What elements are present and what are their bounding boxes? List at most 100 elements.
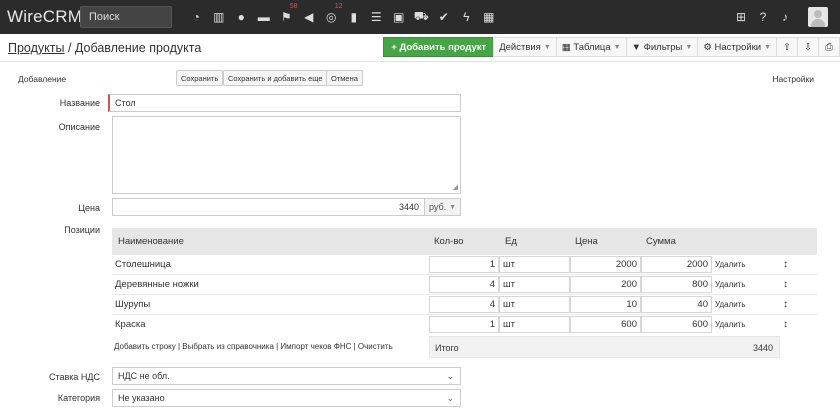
breadcrumb: Продукты / Добавление продукта <box>8 41 201 55</box>
price-input[interactable]: 3440 <box>112 198 425 216</box>
sum-input[interactable]: 2000 <box>641 256 712 273</box>
question-icon[interactable]: ? <box>752 7 774 27</box>
total-row: Итого 3440 <box>429 336 780 358</box>
table-actions-links[interactable]: Добавить строку | Выбрать из справочника… <box>114 342 393 351</box>
list-icon[interactable]: ☰ <box>365 7 388 27</box>
save-and-add-button[interactable]: Сохранить и добавить еще <box>223 70 328 86</box>
download-icon[interactable]: ⇩ <box>797 37 819 57</box>
check-icon[interactable]: ✔ <box>433 7 456 27</box>
vat-value: НДС не обл. <box>118 371 170 381</box>
lifebuoy-icon[interactable]: ◎ 12 <box>320 3 343 27</box>
save-button[interactable]: Сохранить <box>176 70 224 86</box>
name-label: Название <box>59 98 100 108</box>
building-icon[interactable]: ▥ <box>208 7 231 27</box>
resize-handle-icon[interactable]: ◢ <box>453 183 458 191</box>
col-header-unit: Ед <box>505 236 517 247</box>
page-title: Добавление продукта <box>74 41 202 55</box>
caret-down-icon: ▼ <box>764 43 771 51</box>
table-header: Наименование Кол-во Ед Цена Сумма <box>112 228 817 254</box>
breadcrumb-separator: / <box>64 41 75 55</box>
price-cell-input[interactable]: 200 <box>570 276 641 293</box>
brand-logo[interactable]: WireCRM <box>0 7 82 27</box>
drag-handle-icon[interactable]: ↕ <box>783 276 788 293</box>
currency-select[interactable]: руб. ▼ <box>424 198 461 216</box>
page-header: Продукты / Добавление продукта + Добавит… <box>0 34 840 62</box>
cart-icon[interactable]: ⛟ <box>410 7 433 27</box>
form-toolbar: Добавление Сохранить Сохранить и добавит… <box>0 62 840 92</box>
settings-dropdown[interactable]: ⚙ Настройки ▼ <box>697 37 777 57</box>
filters-dropdown[interactable]: ▼ Фильтры ▼ <box>625 37 699 57</box>
sum-input[interactable]: 40 <box>641 296 712 313</box>
briefcase-icon[interactable]: ▬ <box>253 7 276 27</box>
avatar[interactable] <box>808 7 828 27</box>
vat-select[interactable]: НДС не обл. ⌄ <box>112 367 461 385</box>
notification-badge: 58 <box>289 3 298 10</box>
nav-right: ⊞? ♪ <box>730 0 828 34</box>
barcode-icon[interactable]: ▮ <box>343 7 366 27</box>
plus-square-icon[interactable]: ⊞ <box>730 7 752 27</box>
bolt-icon[interactable]: ϟ <box>455 7 478 27</box>
caret-down-icon: ▼ <box>543 43 551 51</box>
settings-label: ⚙ Настройки <box>703 41 762 53</box>
sum-input[interactable]: 600 <box>641 316 712 333</box>
col-header-sum: Сумма <box>646 236 676 247</box>
main-toolbar: + Добавить продукт Действия ▼ ▦ Таблица ▼ … <box>383 37 840 57</box>
money-icon[interactable]: ▣ <box>388 7 411 27</box>
cell-name: Деревянные ножки <box>115 279 199 290</box>
unit-input[interactable]: шт <box>499 276 570 293</box>
unit-input[interactable]: шт <box>499 316 570 333</box>
grid-icon[interactable]: ▦ <box>478 7 501 27</box>
table-footer: Добавить строку | Выбрать из справочника… <box>112 336 817 358</box>
price-cell-input[interactable]: 10 <box>570 296 641 313</box>
description-textarea[interactable]: ◢ <box>112 116 461 194</box>
table-row: Шурупы 4 шт 10 40 Удалить ↕ <box>112 294 817 314</box>
unit-input[interactable]: шт <box>499 256 570 273</box>
qty-input[interactable]: 1 <box>429 316 499 333</box>
form-settings-link[interactable]: Настройки <box>772 74 814 84</box>
bell-icon[interactable]: ♪ <box>774 7 796 27</box>
caret-down-icon: ▼ <box>685 43 693 51</box>
name-input[interactable]: Стол <box>108 94 461 112</box>
qty-input[interactable]: 4 <box>429 296 499 313</box>
cell-name: Столешница <box>115 259 171 270</box>
breadcrumb-products-link[interactable]: Продукты <box>8 41 64 55</box>
price-cell-input[interactable]: 600 <box>570 316 641 333</box>
delete-row-link[interactable]: Удалить <box>715 316 746 333</box>
table-dropdown[interactable]: ▦ Таблица ▼ <box>555 37 627 57</box>
unit-input[interactable]: шт <box>499 296 570 313</box>
delete-row-link[interactable]: Удалить <box>715 276 746 293</box>
flag-icon[interactable]: ⚑ 58 <box>275 3 298 27</box>
col-header-price: Цена <box>575 236 598 247</box>
search-input[interactable]: Поиск <box>80 6 172 28</box>
drag-handle-icon[interactable]: ↕ <box>783 316 788 333</box>
dashboard-icon[interactable]: ◔ <box>185 7 208 27</box>
notification-badge: 12 <box>334 3 343 10</box>
actions-dropdown[interactable]: Действия ▼ <box>493 37 557 57</box>
total-label: Итого <box>435 343 459 353</box>
price-cell-input[interactable]: 2000 <box>570 256 641 273</box>
price-label: Цена <box>78 203 100 213</box>
user-icon[interactable]: ● <box>230 7 253 27</box>
currency-label: руб. <box>429 202 447 212</box>
table-row: Деревянные ножки 4 шт 200 800 Удалить ↕ <box>112 274 817 294</box>
caret-down-icon: ▼ <box>449 203 457 211</box>
drag-handle-icon[interactable]: ↕ <box>783 256 788 273</box>
sum-input[interactable]: 800 <box>641 276 712 293</box>
cell-name: Краска <box>115 319 146 330</box>
drag-handle-icon[interactable]: ↕ <box>783 296 788 313</box>
bullhorn-icon[interactable]: ◀ <box>298 7 321 27</box>
delete-row-link[interactable]: Удалить <box>715 296 746 313</box>
delete-row-link[interactable]: Удалить <box>715 256 746 273</box>
print-icon[interactable]: ⎙ <box>818 37 840 57</box>
qty-input[interactable]: 4 <box>429 276 499 293</box>
positions-label: Позиции <box>64 225 100 235</box>
nav-icon-bar: ◔ ▥ ● ▬ ⚑ 58 ◀ ◎ 12 ▮ ☰ ▣ ⛟ ✔ ϟ ▦ <box>185 3 501 27</box>
cancel-button[interactable]: Отмена <box>326 70 363 86</box>
table-row: Краска 1 шт 600 600 Удалить ↕ <box>112 314 817 334</box>
qty-input[interactable]: 1 <box>429 256 499 273</box>
category-select[interactable]: Не указано ⌄ <box>112 389 461 407</box>
col-header-name: Наименование <box>118 236 184 247</box>
add-product-button[interactable]: + Добавить продукт <box>383 37 495 57</box>
upload-icon[interactable]: ⇧ <box>776 37 798 57</box>
filters-label: ▼ Фильтры <box>631 41 683 53</box>
